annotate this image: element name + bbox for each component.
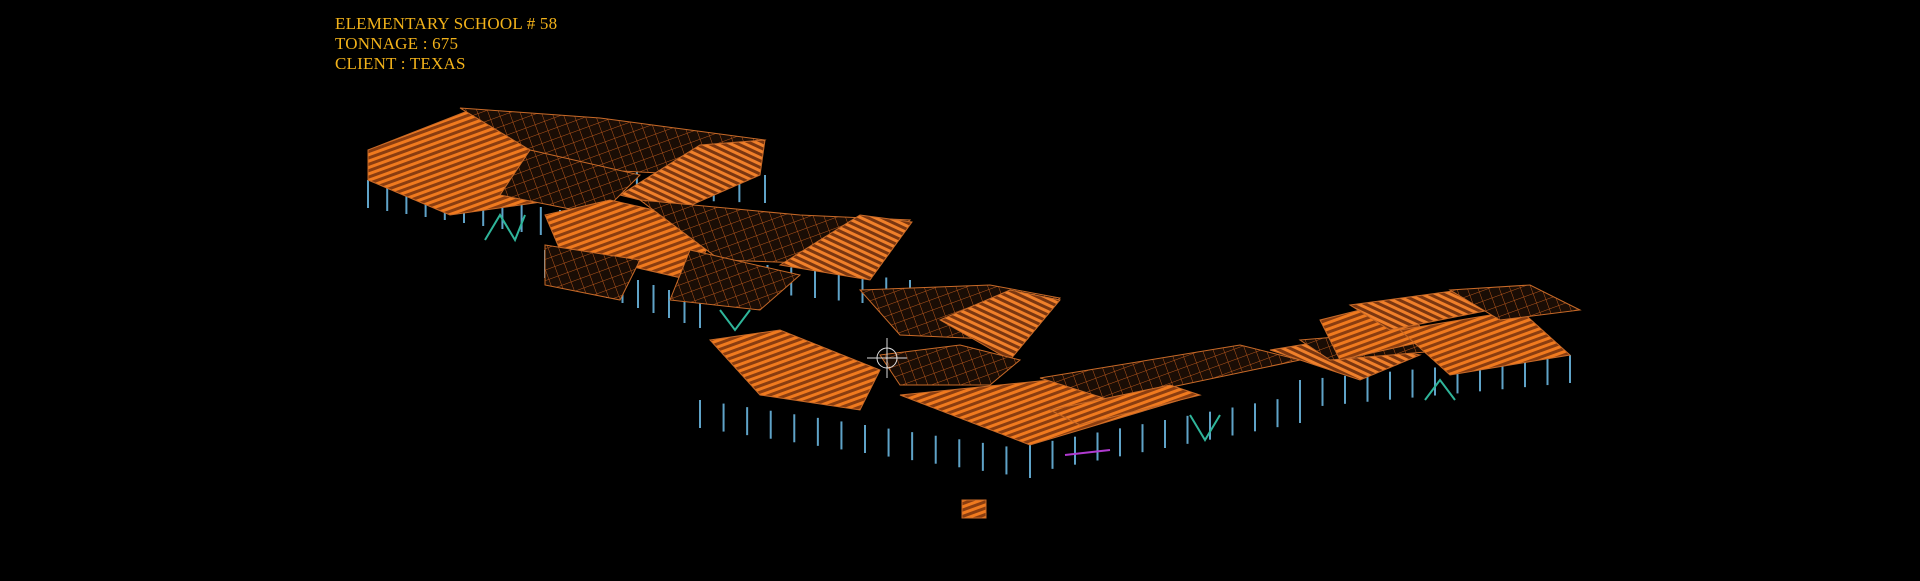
stair-assembly — [961, 499, 987, 519]
accent-member — [1064, 449, 1111, 456]
middle-wing-roof — [544, 199, 913, 311]
steel-structure-model[interactable] — [0, 0, 1920, 581]
left-wing-roof — [367, 107, 767, 216]
model-viewport[interactable]: ELEMENTARY SCHOOL # 58 TONNAGE : 675 CLI… — [0, 0, 1920, 581]
